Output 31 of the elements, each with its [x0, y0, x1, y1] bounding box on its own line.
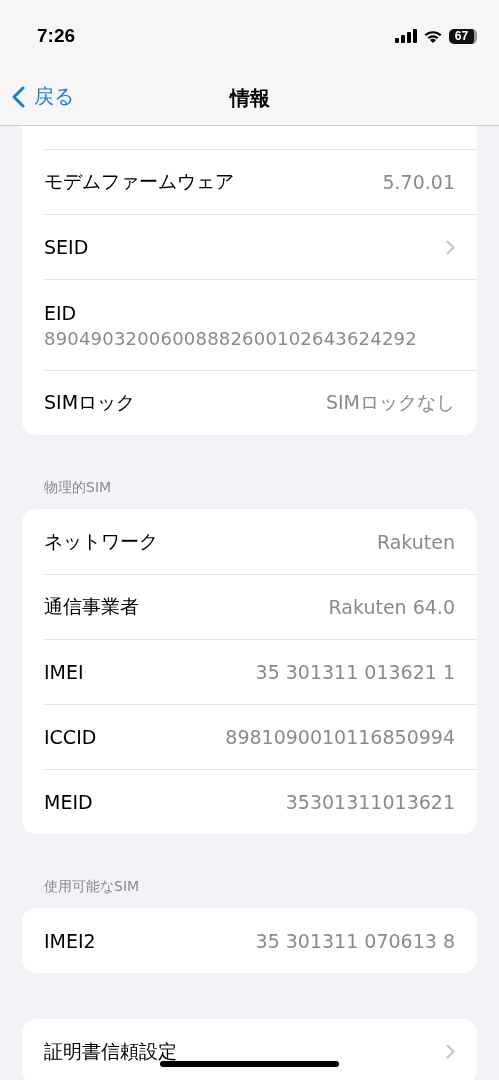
row-label: EID — [44, 301, 77, 324]
signal-icon — [395, 29, 417, 43]
row-label: ネットワーク — [44, 528, 158, 554]
row-label: SIMロック — [44, 390, 136, 415]
row-value: Rakuten — [376, 530, 455, 553]
row-label: IMEI2 — [44, 929, 96, 952]
battery-icon: 67 — [449, 28, 477, 44]
wifi-icon — [423, 28, 443, 44]
status-time: 7:26 — [37, 25, 76, 47]
row-value: SIMロックなし — [325, 390, 455, 415]
screen-title: 情報 — [229, 85, 270, 112]
row-value: 35 301311 013621 1 — [255, 661, 455, 683]
row-label: IMEI — [44, 661, 84, 683]
row-value: 5.70.01 — [382, 171, 455, 193]
row-value: 8981090010116850994 — [225, 726, 455, 748]
row-label: ICCID — [44, 726, 97, 748]
row-value: 35301311013621 — [285, 791, 455, 813]
section-header: 物理的SIM — [43, 478, 113, 497]
row-value: 35 301311 070613 8 — [255, 929, 455, 952]
chevron-right-icon — [446, 1044, 455, 1059]
row-label: モデムファームウェア — [44, 169, 234, 194]
row-label: MEID — [44, 791, 93, 813]
back-button[interactable]: 戻る — [12, 83, 74, 110]
settings-row[interactable]: SEID — [44, 214, 477, 279]
row-label: 通信事業者 — [44, 594, 139, 619]
section-header: 使用可能なSIM — [43, 877, 141, 896]
row-value: Rakuten 64.0 — [328, 596, 455, 618]
settings-row[interactable]: 証明書信頼設定 — [44, 1019, 477, 1080]
row-value: 89049032006008882600102643624292 — [44, 327, 417, 349]
chevron-right-icon — [446, 239, 455, 255]
chevron-left-icon — [12, 85, 25, 108]
